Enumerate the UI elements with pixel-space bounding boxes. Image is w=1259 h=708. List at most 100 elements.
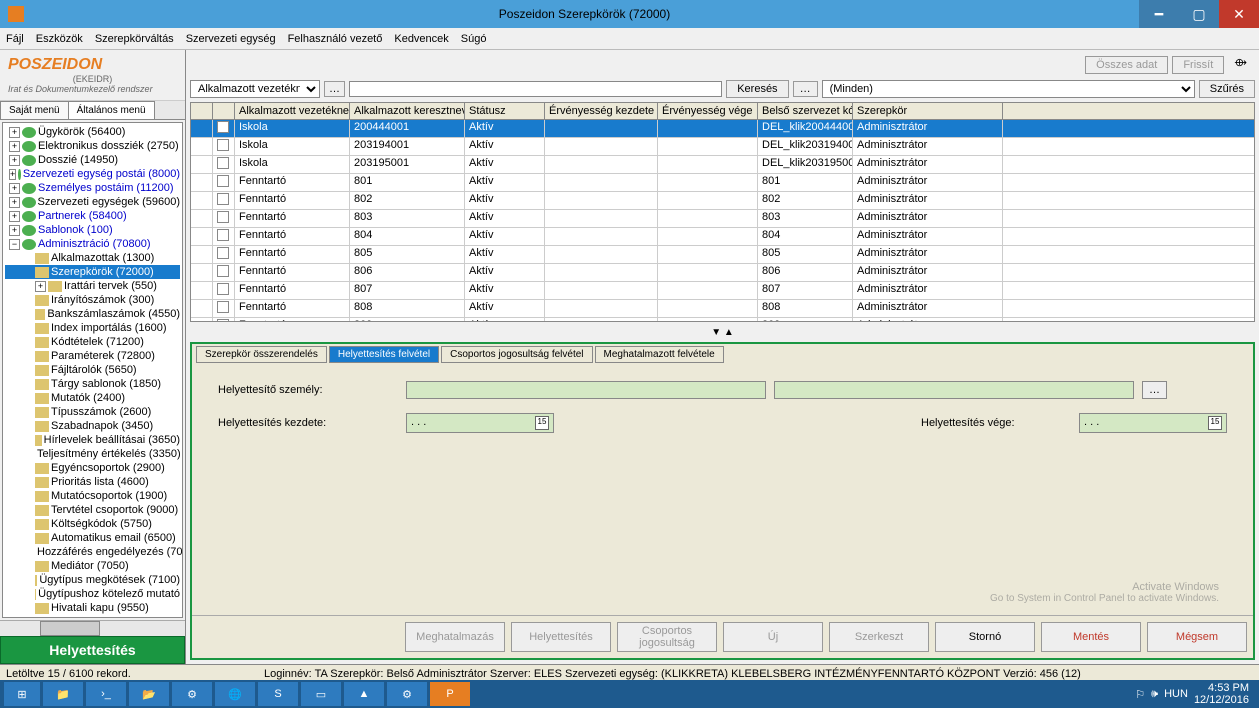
mentes-button[interactable]: Mentés [1041, 622, 1141, 652]
szures-button[interactable]: Szűrés [1199, 80, 1255, 98]
table-row[interactable]: Fenntartó803Aktív803Adminisztrátor [191, 210, 1254, 228]
tree-item[interactable]: Ügytípus megkötések (7100) [5, 573, 180, 587]
table-row[interactable]: Fenntartó806Aktív806Adminisztrátor [191, 264, 1254, 282]
tree-item[interactable]: Fájltárolók (5650) [5, 363, 180, 377]
taskbar[interactable]: ⊞ 📁 ›_ 📂 ⚙ 🌐 S ▭ ▲ ⚙ P ⚐ 🕪 HUN 4:53 PM 1… [0, 680, 1259, 708]
tree-item[interactable]: Költségkódok (5750) [5, 517, 180, 531]
table-row[interactable]: Iskola200444001AktívDEL_klik200444001Adm… [191, 120, 1254, 138]
nav-tree[interactable]: +Ügykörök (56400)+Elektronikus dossziék … [2, 122, 183, 618]
row-checkbox[interactable] [217, 193, 229, 205]
tree-item[interactable]: Szerepkörök (72000) [5, 265, 180, 279]
tab-meghatalmazott[interactable]: Meghatalmazott felvétele [595, 346, 724, 363]
taskbar-app1[interactable]: ⚙ [172, 682, 212, 706]
menu-kedvencek[interactable]: Kedvencek [394, 33, 448, 45]
row-checkbox[interactable] [217, 139, 229, 151]
tray-network-icon[interactable]: 🕪 [1151, 688, 1158, 701]
tree-item[interactable]: Prioritás lista (4600) [5, 475, 180, 489]
table-row[interactable]: Iskola203194001AktívDEL_klik203194001Adm… [191, 138, 1254, 156]
splitter[interactable]: ▼ ▲ [190, 326, 1255, 338]
tree-item[interactable]: Bankszámlaszámok (4550) [5, 307, 180, 321]
expand-icon[interactable]: + [9, 169, 16, 180]
row-checkbox[interactable] [217, 301, 229, 313]
tree-item[interactable]: Teljesítmény értékelés (3350) [5, 447, 180, 461]
meghatalmazas-button[interactable]: Meghatalmazás [405, 622, 505, 652]
tree-item[interactable]: Tervtétel csoportok (9000) [5, 503, 180, 517]
tree-scrollbar[interactable] [0, 620, 185, 636]
expand-icon[interactable]: − [9, 239, 20, 250]
col-header[interactable]: Érvényesség kezdete [545, 103, 658, 119]
person-lookup-button[interactable]: … [1142, 381, 1167, 399]
minimize-button[interactable]: ━ [1139, 0, 1179, 28]
extra-button[interactable]: … [793, 81, 818, 97]
tree-item[interactable]: Alkalmazottak (1300) [5, 251, 180, 265]
table-row[interactable]: Fenntartó809Aktív809Adminisztrátor [191, 318, 1254, 321]
szerkeszt-button[interactable]: Szerkeszt [829, 622, 929, 652]
close-button[interactable]: ✕ [1219, 0, 1259, 28]
menu-eszközök[interactable]: Eszközök [36, 33, 83, 45]
tree-item[interactable]: Tárgy sablonok (1850) [5, 377, 180, 391]
table-row[interactable]: Fenntartó801Aktív801Adminisztrátor [191, 174, 1254, 192]
tab-helyettesites-felvetel[interactable]: Helyettesítés felvétel [329, 346, 439, 363]
search-button[interactable]: Keresés [726, 80, 788, 98]
tree-item[interactable]: Főnyilvántartó (13300) [5, 615, 180, 618]
filter-options-button[interactable]: … [324, 81, 345, 97]
tree-item[interactable]: Index importálás (1600) [5, 321, 180, 335]
tree-item[interactable]: Ügytípushoz kötelező mutató [5, 587, 180, 601]
person-input-1[interactable] [406, 381, 766, 399]
menu-szervezeti egység[interactable]: Szervezeti egység [186, 33, 276, 45]
tree-item[interactable]: +Szervezeti egység postái (8000) [5, 167, 180, 181]
tab-szerepkor-osszerendeles[interactable]: Szerepkör összerendelés [196, 346, 327, 363]
col-header[interactable]: Státusz [465, 103, 545, 119]
tray-flag-icon[interactable]: ⚐ [1135, 688, 1145, 701]
tree-item[interactable]: Hírlevelek beállításai (3650) [5, 433, 180, 447]
expand-icon[interactable]: + [9, 211, 20, 222]
filter-text-input[interactable] [349, 81, 722, 97]
helyettesites-action-button[interactable]: Helyettesítés [511, 622, 611, 652]
tree-item[interactable]: −Adminisztráció (70800) [5, 237, 180, 251]
row-checkbox[interactable] [217, 211, 229, 223]
calendar-icon[interactable]: 15 [535, 416, 549, 430]
taskbar-app5[interactable]: ▲ [344, 682, 384, 706]
tree-item[interactable]: +Elektronikus dossziék (2750) [5, 139, 180, 153]
expand-icon[interactable]: + [9, 127, 20, 138]
menu-súgó[interactable]: Súgó [461, 33, 487, 45]
end-date-input[interactable]: . . . 15 [1079, 413, 1227, 433]
row-checkbox[interactable] [217, 157, 229, 169]
tree-item[interactable]: Irányítószámok (300) [5, 293, 180, 307]
tree-item[interactable]: Mutatócsoportok (1900) [5, 489, 180, 503]
uj-button[interactable]: Új [723, 622, 823, 652]
tab-csoportos-jogosultsag[interactable]: Csoportos jogosultság felvétel [441, 346, 592, 363]
pin-icon[interactable]: ⟴ [1228, 56, 1253, 74]
menu-fájl[interactable]: Fájl [6, 33, 24, 45]
col-header[interactable]: Szerepkör [853, 103, 1003, 119]
taskbar-folder[interactable]: 📂 [129, 682, 169, 706]
taskbar-poszeidon[interactable]: P [430, 682, 470, 706]
tree-item[interactable]: +Szervezeti egységek (59600) [5, 195, 180, 209]
person-input-2[interactable] [774, 381, 1134, 399]
tree-item[interactable]: Automatikus email (6500) [5, 531, 180, 545]
row-checkbox[interactable] [217, 319, 229, 321]
table-row[interactable]: Iskola203195001AktívDEL_klik203195001Adm… [191, 156, 1254, 174]
taskbar-app6[interactable]: ⚙ [387, 682, 427, 706]
tree-item[interactable]: Hozzáférés engedélyezés (70 [5, 545, 180, 559]
tree-item[interactable]: Mutatók (2400) [5, 391, 180, 405]
tree-item[interactable]: Mediátor (7050) [5, 559, 180, 573]
taskbar-powershell[interactable]: ›_ [86, 682, 126, 706]
col-header[interactable]: Belső szervezet kódja [758, 103, 853, 119]
tray-lang[interactable]: HUN [1164, 688, 1188, 700]
expand-icon[interactable]: + [35, 281, 46, 292]
expand-icon[interactable]: + [9, 197, 20, 208]
megsem-button[interactable]: Mégsem [1147, 622, 1247, 652]
start-date-input[interactable]: . . . 15 [406, 413, 554, 433]
tab-altalanos-menu[interactable]: Általános menü [68, 101, 155, 119]
menu-szerepkörváltás[interactable]: Szerepkörváltás [95, 33, 174, 45]
tree-item[interactable]: +Személyes postáim (11200) [5, 181, 180, 195]
col-header[interactable] [213, 103, 235, 119]
tab-sajat-menu[interactable]: Saját menü [0, 101, 69, 119]
data-grid[interactable]: Alkalmazott vezetékneveAlkalmazott keres… [190, 102, 1255, 322]
tree-item[interactable]: Hivatali kapu (9550) [5, 601, 180, 615]
tree-item[interactable]: +Partnerek (58400) [5, 209, 180, 223]
maximize-button[interactable]: ▢ [1179, 0, 1219, 28]
osszes-adat-button[interactable]: Összes adat [1085, 56, 1168, 74]
taskbar-app4[interactable]: ▭ [301, 682, 341, 706]
